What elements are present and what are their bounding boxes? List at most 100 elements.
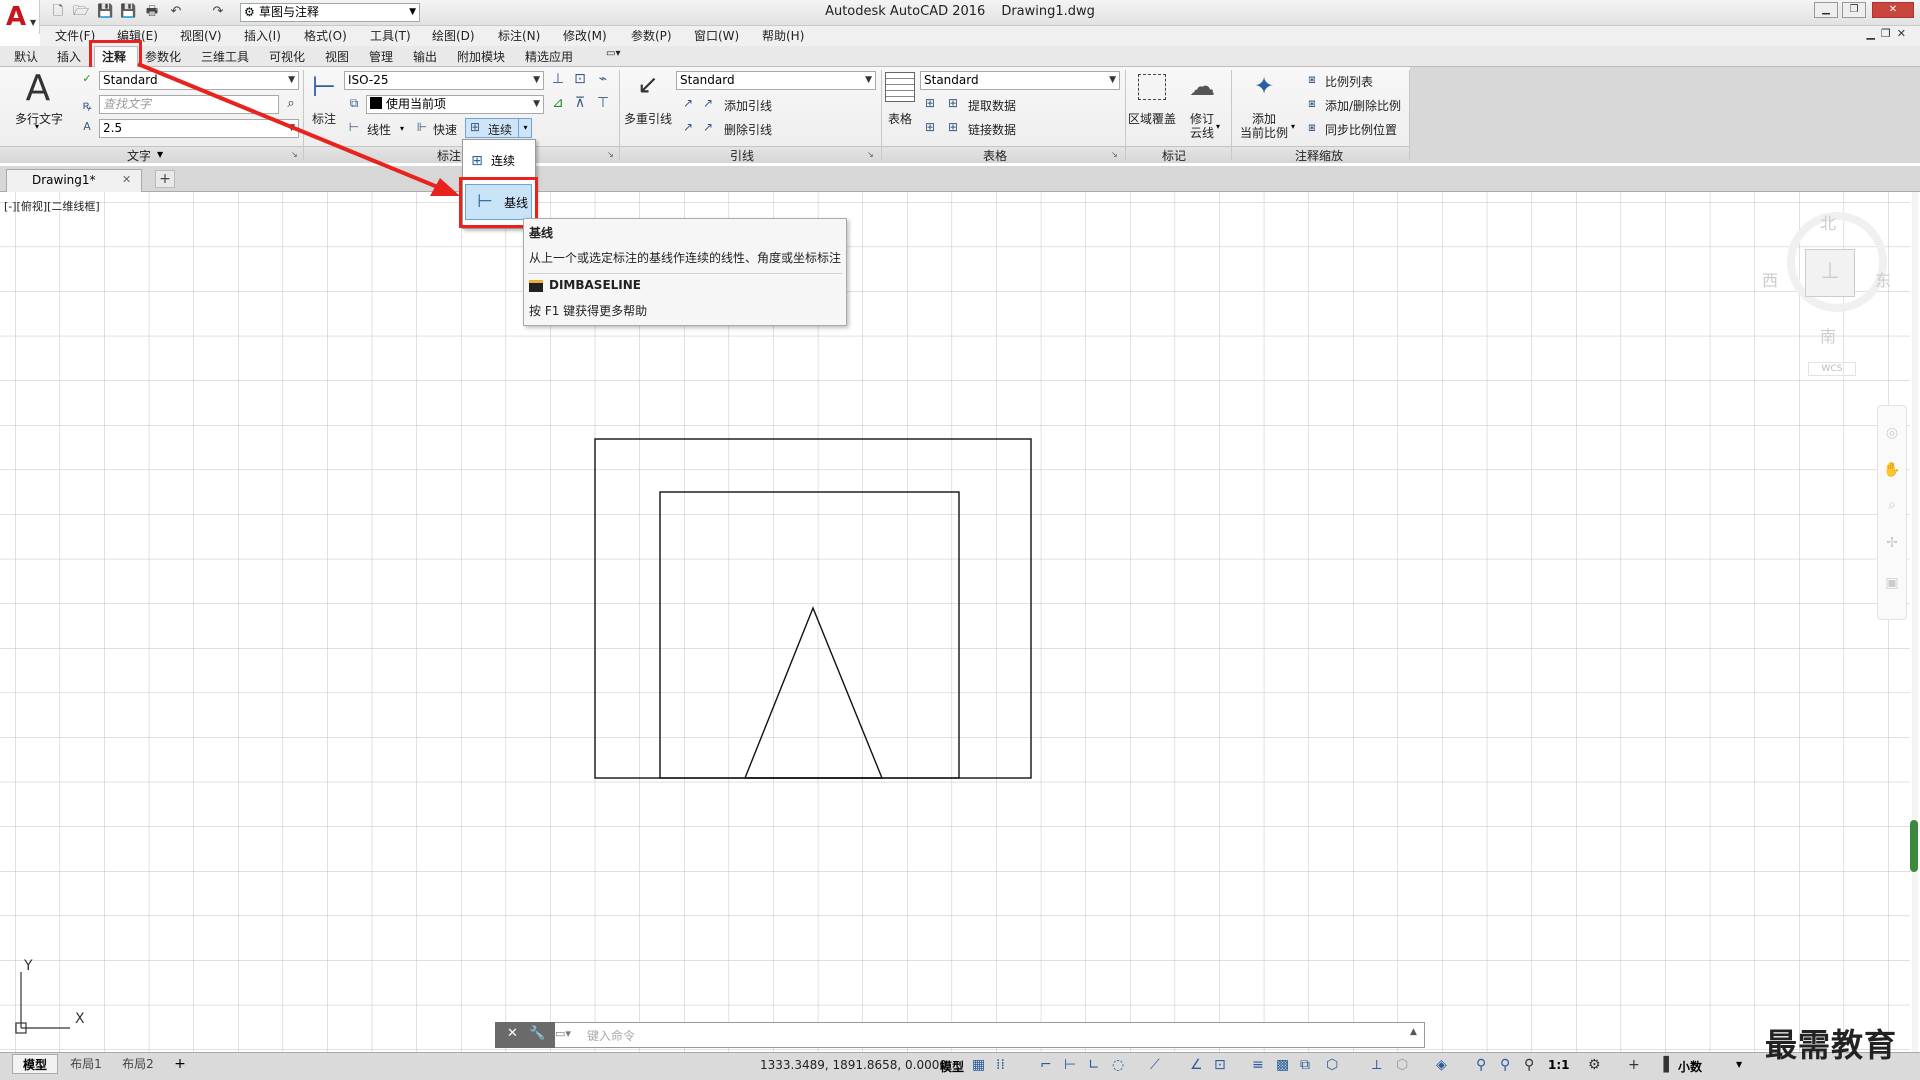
scale-list-button[interactable]: 比例列表: [1325, 73, 1373, 90]
table-button[interactable]: 表格: [882, 110, 918, 127]
annotation-scale-value[interactable]: 1:1: [1548, 1058, 1570, 1072]
save-icon[interactable]: 💾: [97, 4, 113, 20]
gear-icon[interactable]: ⚙: [1588, 1057, 1601, 1073]
vertical-scrollbar[interactable]: [1912, 192, 1918, 1052]
dim-update-icon[interactable]: ⊼: [571, 95, 589, 111]
revcloud-button-line2[interactable]: 云线: [1186, 124, 1218, 141]
object-snap-icon[interactable]: ⊡: [1214, 1057, 1226, 1073]
dynamic-input-icon[interactable]: ⊢: [1064, 1057, 1076, 1073]
plus-icon[interactable]: +: [1628, 1057, 1640, 1073]
tab-addins[interactable]: 附加模块: [457, 48, 505, 65]
compass-east[interactable]: 东: [1875, 267, 1891, 291]
menu-draw[interactable]: 绘图(D): [432, 27, 475, 44]
dimensions-panel-title[interactable]: 标注: [437, 147, 461, 164]
save-as-icon[interactable]: 💾: [120, 4, 136, 20]
coordinates-readout[interactable]: 1333.3489, 1891.8658, 0.0000: [760, 1058, 947, 1072]
command-input[interactable]: 键入命令: [587, 1027, 635, 1044]
dim-reassociate-icon[interactable]: ⊤: [594, 95, 612, 111]
find-text-input[interactable]: 查找文字: [99, 95, 279, 114]
compass-west[interactable]: 西: [1762, 267, 1778, 291]
chevron-down-icon[interactable]: ▾: [1291, 122, 1295, 131]
leader-style-select[interactable]: Standard ▼: [676, 71, 876, 90]
tables-panel-title[interactable]: 表格: [983, 147, 1007, 164]
transparency-icon[interactable]: ▩: [1276, 1057, 1289, 1073]
add-leader-button[interactable]: 添加引线: [724, 97, 772, 114]
menu-window[interactable]: 窗口(W): [694, 27, 739, 44]
leaders-panel-launcher-icon[interactable]: ↘: [867, 150, 874, 159]
add-layout-button[interactable]: +: [170, 1054, 190, 1074]
wipeout-button[interactable]: 区域覆盖: [1126, 110, 1178, 127]
tab-visualize[interactable]: 可视化: [269, 48, 305, 65]
menu-modify[interactable]: 修改(M): [563, 27, 607, 44]
table-icon[interactable]: [885, 72, 915, 102]
extract-data-button[interactable]: 提取数据: [968, 97, 1016, 114]
dimension-button[interactable]: 标注: [305, 110, 343, 127]
annotation-visibility-icon[interactable]: ⚲: [1476, 1057, 1486, 1073]
wrench-icon[interactable]: 🔧: [529, 1026, 545, 1041]
chevron-down-icon[interactable]: ▾: [1216, 122, 1220, 131]
dim-break-icon[interactable]: ⊥: [549, 71, 567, 87]
extract-data-icon-2[interactable]: ⊞: [945, 96, 961, 110]
grid-icon[interactable]: ▦: [972, 1057, 985, 1073]
leaders-panel-title[interactable]: 引线: [730, 147, 754, 164]
dim-jog-icon[interactable]: ⌁: [594, 71, 612, 87]
table-style-select[interactable]: Standard ▼: [920, 71, 1120, 90]
search-icon[interactable]: ⌕: [282, 96, 300, 111]
minimize-button[interactable]: ▁: [1814, 2, 1838, 18]
chevron-down-icon[interactable]: ▼: [157, 150, 163, 159]
scaling-panel-title[interactable]: 注释缩放: [1295, 147, 1343, 164]
continue-dropdown-arrow[interactable]: ▾: [518, 118, 532, 138]
selection-filter-icon[interactable]: ⬡: [1396, 1057, 1408, 1073]
viewcube[interactable]: ⊥: [1805, 249, 1855, 297]
dim-layer-select[interactable]: 使用当前项 ▼: [366, 95, 544, 114]
revision-cloud-icon[interactable]: ☁: [1186, 72, 1218, 102]
showmotion-icon[interactable]: ▣: [1882, 575, 1902, 591]
add-delete-scale-icon[interactable]: ⧆: [1304, 96, 1320, 111]
snap-icon[interactable]: ⁞⁞: [996, 1057, 1005, 1073]
linear-dim-icon[interactable]: ⊢: [346, 120, 362, 134]
menu-format[interactable]: 格式(O): [304, 27, 347, 44]
restore-button[interactable]: ❐: [1842, 2, 1866, 18]
remove-leader-button[interactable]: 删除引线: [724, 121, 772, 138]
close-button[interactable]: ✕: [1872, 2, 1914, 18]
remove-leader-icon[interactable]: ↗: [680, 120, 696, 134]
multileader-button[interactable]: 多重引线: [622, 110, 674, 127]
menu-help[interactable]: 帮助(H): [762, 27, 804, 44]
sync-scale-icon[interactable]: ⧆: [1304, 120, 1320, 135]
compass-north[interactable]: 北: [1820, 210, 1836, 234]
pan-icon[interactable]: ✋: [1882, 462, 1902, 478]
menu-insert[interactable]: 插入(I): [244, 27, 281, 44]
polar-icon[interactable]: ◌: [1112, 1057, 1124, 1073]
close-icon[interactable]: ✕: [122, 173, 131, 186]
markup-panel-title[interactable]: 标记: [1162, 147, 1186, 164]
wipeout-icon[interactable]: [1138, 74, 1166, 100]
3d-osnap-icon[interactable]: ⬡: [1326, 1057, 1338, 1073]
infer-constraints-icon[interactable]: ⌐: [1040, 1057, 1052, 1073]
workspace-select[interactable]: ⚙ 草图与注释 ▼: [240, 3, 420, 22]
tab-output[interactable]: 输出: [413, 48, 437, 65]
open-file-icon[interactable]: 🗁: [73, 4, 89, 20]
object-snap-tracking-icon[interactable]: ∠: [1190, 1057, 1203, 1073]
chevron-down-icon[interactable]: ▾: [35, 122, 39, 131]
mtext-icon[interactable]: A: [18, 68, 58, 109]
prompt-icon[interactable]: ▭▾: [555, 1027, 571, 1040]
quick-properties-icon[interactable]: ▐: [1658, 1057, 1669, 1073]
add-delete-scale-button[interactable]: 添加/删除比例: [1325, 97, 1401, 114]
model-space-button[interactable]: 模型: [940, 1058, 964, 1075]
panel-title-text[interactable]: 文字: [127, 147, 151, 164]
dim-style-select[interactable]: ISO-25 ▼: [344, 71, 544, 90]
ortho-icon[interactable]: ∟: [1088, 1057, 1100, 1073]
sync-scale-button[interactable]: 同步比例位置: [1325, 121, 1397, 138]
ribbon-toggle-icon[interactable]: ▭▾: [606, 48, 620, 59]
chevron-down-icon[interactable]: ▾: [400, 124, 404, 133]
lineweight-icon[interactable]: ≡: [1252, 1057, 1264, 1073]
spell-check-icon[interactable]: ✓: [78, 72, 96, 85]
text-style-select[interactable]: Standard ▼: [99, 71, 299, 90]
scale-list-icon[interactable]: ⧆: [1304, 72, 1320, 87]
dim-space-icon[interactable]: ⊡: [571, 71, 589, 87]
auto-scale-icon[interactable]: ⚲: [1500, 1057, 1510, 1073]
document-window-controls[interactable]: ▁❐✕: [1866, 27, 1912, 40]
orbit-icon[interactable]: ✢: [1882, 535, 1902, 551]
add-current-scale-icon[interactable]: ✦: [1248, 72, 1280, 100]
menu-view[interactable]: 视图(V): [180, 27, 222, 44]
